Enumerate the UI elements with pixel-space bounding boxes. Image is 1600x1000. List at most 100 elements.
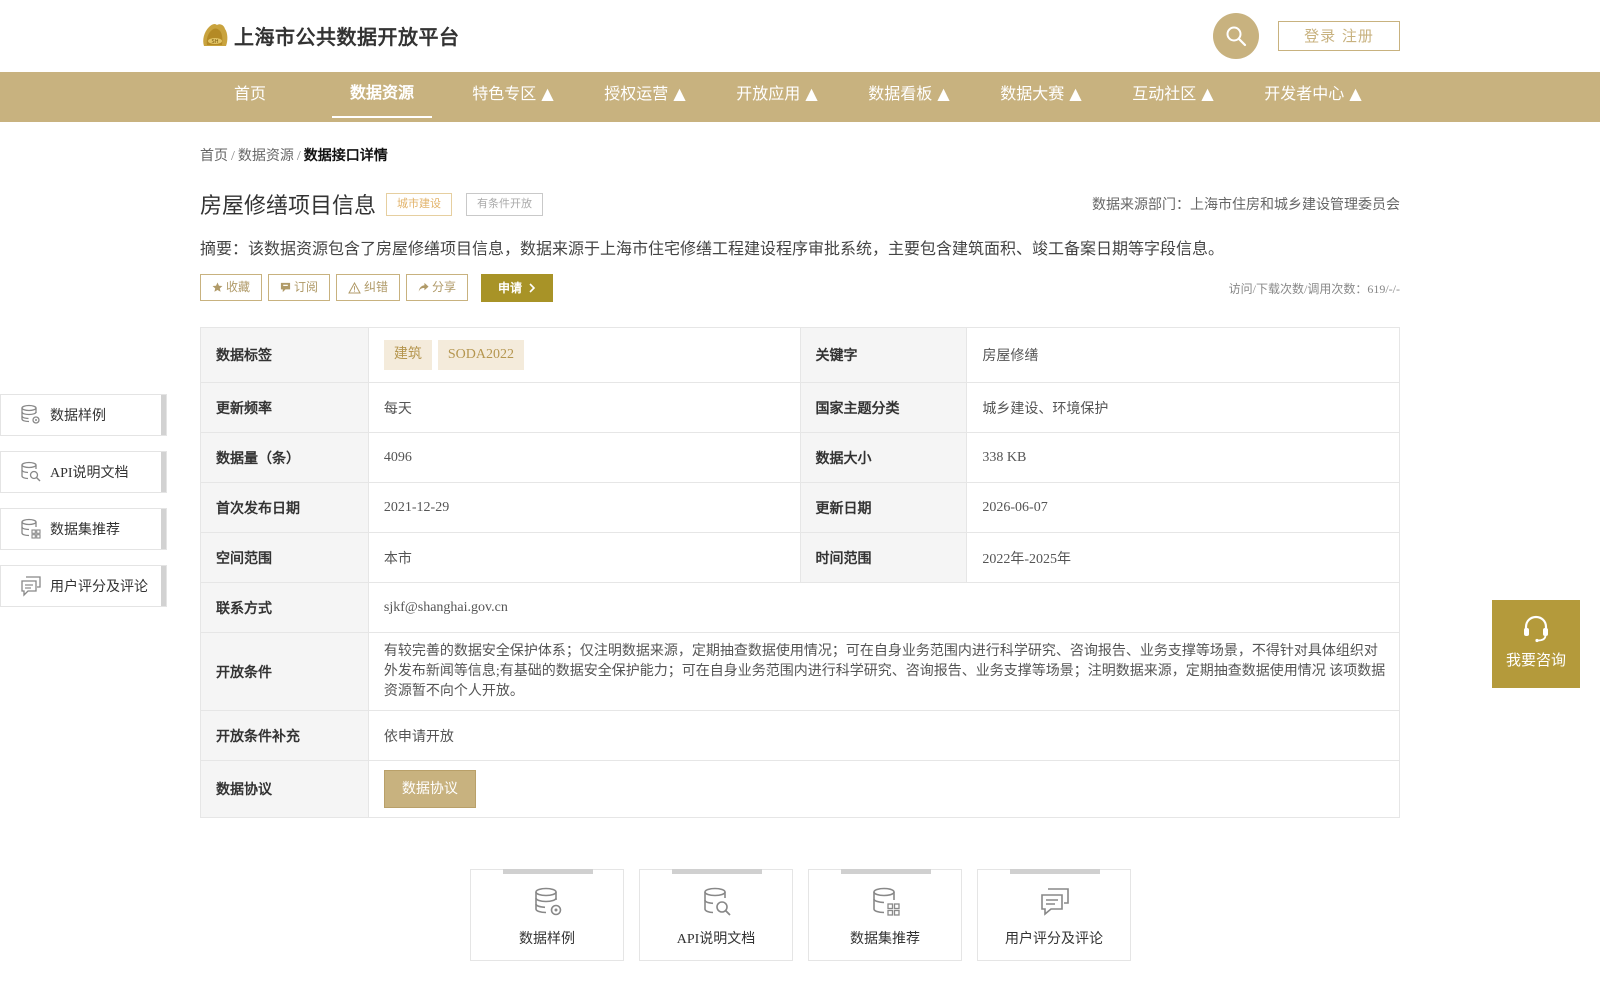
side-menu-indicator bbox=[161, 452, 166, 492]
side-menu-comments[interactable]: 用户评分及评论 bbox=[0, 565, 167, 607]
report-error-button[interactable]: 纠错 bbox=[336, 274, 401, 301]
apply-button[interactable]: 申请 bbox=[481, 274, 553, 302]
frequency-value: 每天 bbox=[367, 382, 801, 433]
source-department: 数据来源部门：上海市住房和城乡建设管理委员会 bbox=[1092, 198, 1400, 213]
subscribe-label: 订阅 bbox=[294, 280, 319, 294]
spatial-range-label: 空间范围 bbox=[200, 532, 369, 583]
bookmark-icon bbox=[280, 282, 291, 293]
document-search-icon bbox=[20, 461, 42, 483]
header: SH 上海市公共数据开放平台 登录 注册 bbox=[0, 0, 1600, 72]
card-top-bar bbox=[503, 869, 593, 874]
tags-cell: 建筑 SODA2022 bbox=[367, 327, 801, 383]
breadcrumb-home[interactable]: 首页 bbox=[200, 149, 228, 164]
favorite-label: 收藏 bbox=[226, 280, 251, 294]
side-menu-label: API说明文档 bbox=[50, 466, 129, 481]
nav-item-contest[interactable]: 数据大赛 ▲ bbox=[994, 72, 1088, 122]
search-icon bbox=[1226, 26, 1247, 47]
side-menu-recommend[interactable]: 数据集推荐 bbox=[0, 508, 167, 550]
keyword-value: 房屋修缮 bbox=[966, 327, 1400, 383]
nav-item-home[interactable]: 首页 bbox=[222, 72, 278, 122]
site-logo[interactable]: SH 上海市公共数据开放平台 bbox=[200, 20, 460, 50]
card-label: 用户评分及评论 bbox=[1005, 932, 1103, 947]
frequency-label: 更新频率 bbox=[200, 382, 369, 433]
database-gear-icon bbox=[20, 404, 42, 426]
side-menu-indicator bbox=[161, 395, 166, 435]
protocol-label: 数据协议 bbox=[200, 760, 369, 818]
side-menu-api-doc[interactable]: API说明文档 bbox=[0, 451, 167, 493]
nav-item-open-apps[interactable]: 开放应用 ▲ bbox=[730, 72, 824, 122]
update-date-label: 更新日期 bbox=[799, 482, 968, 533]
first-published-label: 首次发布日期 bbox=[200, 482, 369, 533]
warning-icon bbox=[348, 281, 361, 293]
search-button[interactable] bbox=[1213, 13, 1259, 59]
login-register-button[interactable]: 登录 注册 bbox=[1278, 21, 1400, 51]
logo-emblem-icon: SH bbox=[200, 20, 230, 50]
protocol-cell: 数据协议 bbox=[367, 760, 1401, 818]
favorite-button[interactable]: 收藏 bbox=[200, 274, 263, 301]
nav-item-community[interactable]: 互动社区 ▲ bbox=[1126, 72, 1220, 122]
tag-chip[interactable]: 建筑 bbox=[383, 340, 432, 370]
database-grid-icon bbox=[873, 887, 900, 916]
card-comments[interactable]: 用户评分及评论 bbox=[977, 869, 1131, 961]
document-search-icon bbox=[704, 887, 731, 916]
data-size-label: 数据大小 bbox=[799, 432, 968, 483]
theme-label: 国家主题分类 bbox=[799, 382, 968, 433]
table-row: 开放条件补充 依申请开放 bbox=[200, 710, 1401, 761]
spatial-range-value: 本市 bbox=[367, 532, 801, 583]
consult-label: 我要咨询 bbox=[1505, 651, 1566, 669]
side-menu-data-sample[interactable]: 数据样例 bbox=[0, 394, 167, 436]
share-icon bbox=[418, 282, 429, 292]
table-row: 数据标签 建筑 SODA2022 关键字 房屋修缮 bbox=[200, 327, 1400, 383]
time-range-value: 2022年-2025年 bbox=[966, 532, 1400, 583]
side-menu-label: 数据集推荐 bbox=[50, 523, 120, 538]
consult-button[interactable]: 我要咨询 bbox=[1492, 600, 1580, 688]
nav-item-dashboard[interactable]: 数据看板 ▲ bbox=[862, 72, 956, 122]
table-row: 空间范围 本市 时间范围 2022年-2025年 bbox=[200, 532, 1400, 583]
table-row: 数据量（条） 4096 数据大小 338 KB bbox=[200, 432, 1400, 483]
table-row: 首次发布日期 2021-12-29 更新日期 2026-06-07 bbox=[200, 482, 1400, 533]
card-label: 数据样例 bbox=[519, 932, 575, 947]
svg-text:SH: SH bbox=[212, 39, 219, 45]
card-top-bar bbox=[841, 869, 931, 874]
nav-item-developer[interactable]: 开发者中心 ▲ bbox=[1258, 72, 1368, 122]
chevron-right-icon bbox=[529, 283, 536, 293]
table-row: 数据协议 数据协议 bbox=[200, 760, 1401, 818]
card-api-doc[interactable]: API说明文档 bbox=[639, 869, 793, 961]
dataset-title: 房屋修缮项目信息 bbox=[200, 194, 377, 219]
side-menu-label: 数据样例 bbox=[50, 409, 106, 424]
dataset-summary: 摘要：该数据资源包含了房屋修缮项目信息，数据来源于上海市住宅修缮工程建设程序审批… bbox=[200, 241, 1225, 258]
data-size-value: 338 KB bbox=[966, 432, 1400, 483]
breadcrumb-current: 数据接口详情 bbox=[303, 149, 388, 164]
subscribe-button[interactable]: 订阅 bbox=[268, 274, 331, 301]
open-conditions-extra-label: 开放条件补充 bbox=[200, 710, 369, 761]
table-row: 开放条件 有较完善的数据安全保护体系；仅注明数据来源，定期抽查数据使用情况；可在… bbox=[200, 632, 1401, 711]
data-protocol-button[interactable]: 数据协议 bbox=[383, 770, 476, 808]
table-row: 联系方式 sjkf@shanghai.gov.cn bbox=[200, 582, 1401, 633]
card-label: API说明文档 bbox=[676, 932, 756, 947]
star-icon bbox=[212, 282, 223, 292]
keyword-label: 关键字 bbox=[799, 327, 968, 383]
dataset-info-table: 数据标签 建筑 SODA2022 关键字 房屋修缮 更新频率 每天 国家主题分类 … bbox=[200, 327, 1401, 818]
nav-item-featured[interactable]: 特色专区 ▲ bbox=[466, 72, 560, 122]
comment-icon bbox=[20, 575, 42, 597]
open-conditions-label: 开放条件 bbox=[200, 632, 369, 711]
card-top-bar bbox=[672, 869, 762, 874]
card-top-bar bbox=[1010, 869, 1100, 874]
category-tag: 城市建设 bbox=[386, 193, 452, 216]
breadcrumb-data-resources[interactable]: 数据资源 bbox=[238, 149, 294, 164]
database-grid-icon bbox=[20, 518, 42, 540]
breadcrumb-separator: / bbox=[296, 149, 301, 164]
side-menu-label: 用户评分及评论 bbox=[50, 580, 148, 595]
side-menu-indicator bbox=[161, 509, 166, 549]
headset-icon bbox=[1524, 615, 1548, 643]
nav-item-authorized-ops[interactable]: 授权运营 ▲ bbox=[598, 72, 692, 122]
apply-label: 申请 bbox=[497, 281, 522, 295]
card-recommend[interactable]: 数据集推荐 bbox=[808, 869, 962, 961]
tag-chip[interactable]: SODA2022 bbox=[437, 340, 524, 370]
share-button[interactable]: 分享 bbox=[406, 274, 469, 301]
nav-item-data-resources[interactable]: 数据资源 bbox=[332, 72, 432, 118]
comment-icon bbox=[1041, 888, 1069, 916]
side-menu-indicator bbox=[161, 566, 166, 606]
main-nav: 首页 数据资源 特色专区 ▲ 授权运营 ▲ 开放应用 ▲ 数据看板 ▲ 数据大赛… bbox=[0, 72, 1600, 122]
card-data-sample[interactable]: 数据样例 bbox=[470, 869, 624, 961]
